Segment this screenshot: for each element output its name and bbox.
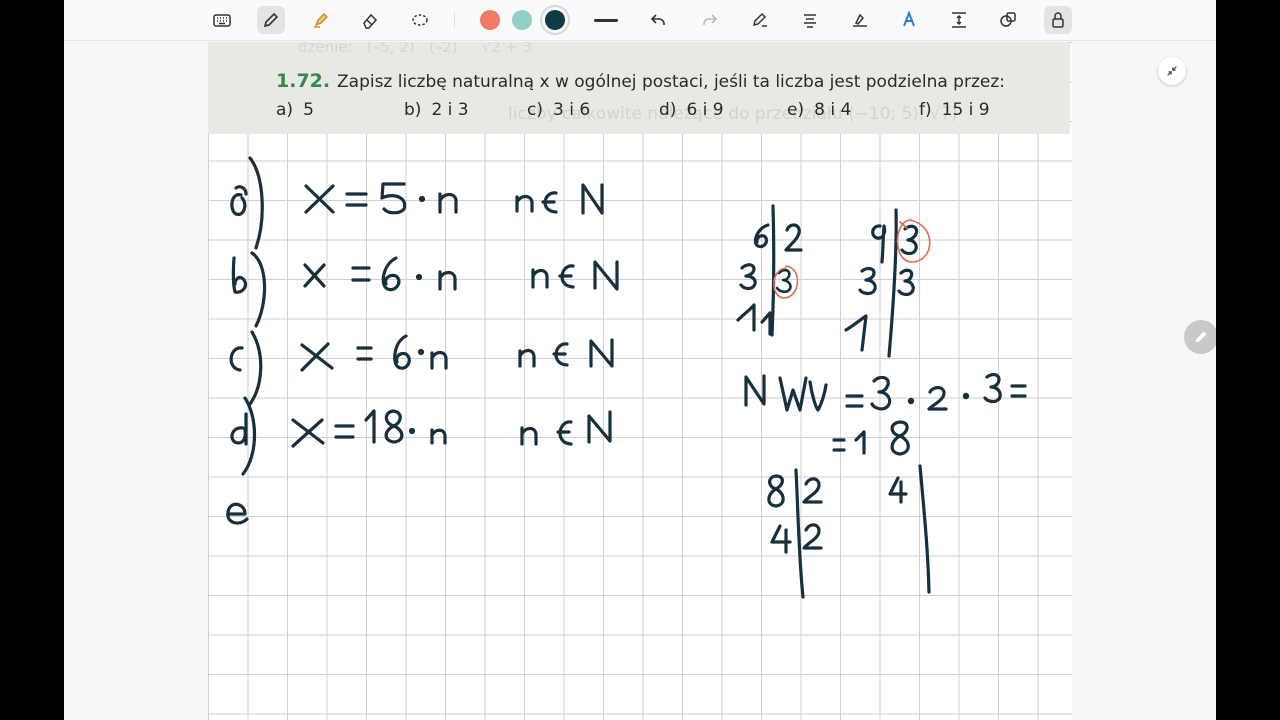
ink-label-c xyxy=(229,346,244,372)
ink-formula-d-8 xyxy=(384,409,404,444)
ink-fact2-3 xyxy=(900,224,919,256)
ink-domain-b-n xyxy=(531,268,549,289)
ink-fact3-2b xyxy=(802,523,823,550)
ink-formula-d-1 xyxy=(364,409,376,444)
ink-fact3-bar xyxy=(794,468,805,599)
ink-domain-d-n xyxy=(520,426,538,446)
ink-fact1-6 xyxy=(753,223,770,249)
ink-domain-d-in xyxy=(556,420,573,446)
ink-fact2-3d xyxy=(897,268,915,297)
ink-brace-a xyxy=(248,156,264,250)
handwriting-layer xyxy=(226,156,1027,599)
ink-fact3-2a xyxy=(802,477,823,504)
ink-formula-c-n xyxy=(430,350,448,370)
ink-nww-3b xyxy=(983,372,1002,404)
ink-brace-c xyxy=(248,330,263,406)
ink-nww-dot2 xyxy=(962,392,970,400)
ink-nww-N xyxy=(744,374,766,407)
ink-dot-c xyxy=(417,348,425,356)
ink-brace-b xyxy=(250,251,267,328)
ink-fact1-2 xyxy=(784,223,803,252)
ink-fact4-bar xyxy=(918,464,931,594)
ink-formula-b-eq xyxy=(351,266,371,282)
ink-domain-c-n xyxy=(518,348,536,368)
ink-fact1-3b xyxy=(775,268,792,294)
ink-domain-a-N xyxy=(581,183,604,215)
ink-label-d xyxy=(230,412,248,446)
ink-formula-c-eq xyxy=(356,346,373,361)
ink-formula-d-x xyxy=(291,418,325,448)
ink-formula-d-n xyxy=(430,428,447,445)
ink-fact2-bar xyxy=(887,208,898,358)
ink-nww-2 xyxy=(927,386,948,411)
ink-fact2-9 xyxy=(871,224,887,264)
ink-domain-b-in xyxy=(558,264,575,289)
ink-dot-b xyxy=(415,273,423,281)
ink-nww-1 xyxy=(854,430,866,455)
ink-nww-3a xyxy=(870,375,892,411)
ink-fact1-1a xyxy=(736,303,756,332)
ink-fact2-3c xyxy=(858,266,877,296)
ink-nww-W1 xyxy=(778,376,808,412)
ink-formula-d-eq xyxy=(334,424,355,439)
ink-label-e xyxy=(226,502,249,525)
ink-formula-b-6 xyxy=(381,256,401,292)
ink-fact3-8 xyxy=(767,474,785,508)
ink-label-a xyxy=(230,185,248,217)
ink-nww-dot1 xyxy=(907,397,915,405)
ink-fact2-1 xyxy=(844,314,868,352)
ink-fact1-bar xyxy=(770,204,776,337)
ink-dot-a xyxy=(418,195,426,203)
ink-formula-a-x xyxy=(304,184,335,214)
ink-fact3-4 xyxy=(770,524,792,554)
ink-domain-c-in xyxy=(552,342,569,367)
ink-formula-a-n xyxy=(438,192,458,214)
ink-domain-b-N xyxy=(593,260,619,291)
ink-domain-d-N xyxy=(587,410,612,444)
ink-formula-a-5 xyxy=(380,182,407,215)
ink-formula-b-n xyxy=(438,270,457,291)
ink-formula-a-eq xyxy=(345,192,368,207)
ink-nww-eq3 xyxy=(832,438,846,452)
ink-formula-c-6 xyxy=(393,334,411,370)
ink-label-b xyxy=(231,256,248,294)
ink-nww-8 xyxy=(890,420,910,456)
ink-domain-a-in xyxy=(541,191,558,214)
ink-fact1-1b xyxy=(760,311,772,336)
ink-formula-b-x xyxy=(303,263,326,288)
ink-formula-c-x xyxy=(300,342,334,372)
ink-domain-a-n xyxy=(515,194,534,213)
ink-domain-c-N xyxy=(589,338,614,368)
ink-dot-d xyxy=(408,427,416,435)
ink-fact1-3 xyxy=(739,263,757,291)
ink-nww-V xyxy=(808,380,828,412)
ink-fact4-4 xyxy=(888,476,908,504)
ink-nww-eq2 xyxy=(1010,384,1027,398)
ink-nww-eq xyxy=(845,394,864,408)
